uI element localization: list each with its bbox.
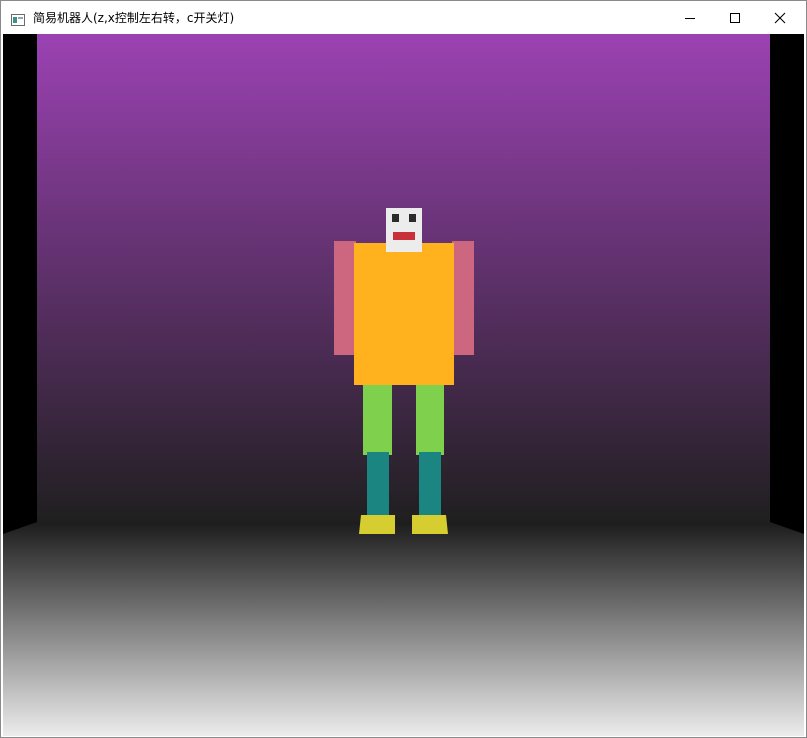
title-bar[interactable]: 简易机器人(z,x控制左右转，c开关灯) — [1, 1, 806, 34]
maximize-icon — [730, 13, 740, 23]
robot-mouth — [393, 232, 415, 240]
app-icon — [11, 11, 25, 26]
minimize-button[interactable] — [667, 1, 712, 34]
floor — [3, 522, 804, 736]
robot-right-eye — [409, 214, 416, 222]
robot-right-arm — [452, 241, 474, 355]
robot-left-eye — [392, 214, 399, 222]
render-canvas[interactable] — [3, 34, 804, 736]
robot-left-foot — [359, 515, 395, 534]
right-wall — [770, 34, 804, 534]
maximize-button[interactable] — [712, 1, 757, 34]
app-window: 简易机器人(z,x控制左右转，c开关灯) — [0, 0, 807, 738]
robot-right-foot — [412, 515, 448, 534]
left-wall — [3, 34, 37, 534]
window-title: 简易机器人(z,x控制左右转，c开关灯) — [33, 11, 235, 25]
close-icon — [774, 12, 786, 24]
robot-left-arm — [334, 241, 356, 355]
robot-head — [386, 208, 422, 252]
robot-left-thigh — [363, 385, 392, 455]
robot-left-shin — [367, 452, 389, 516]
robot-right-thigh — [416, 385, 444, 455]
robot-torso — [354, 243, 454, 385]
minimize-icon — [685, 18, 695, 19]
close-button[interactable] — [757, 1, 802, 34]
robot-right-shin — [419, 452, 441, 516]
